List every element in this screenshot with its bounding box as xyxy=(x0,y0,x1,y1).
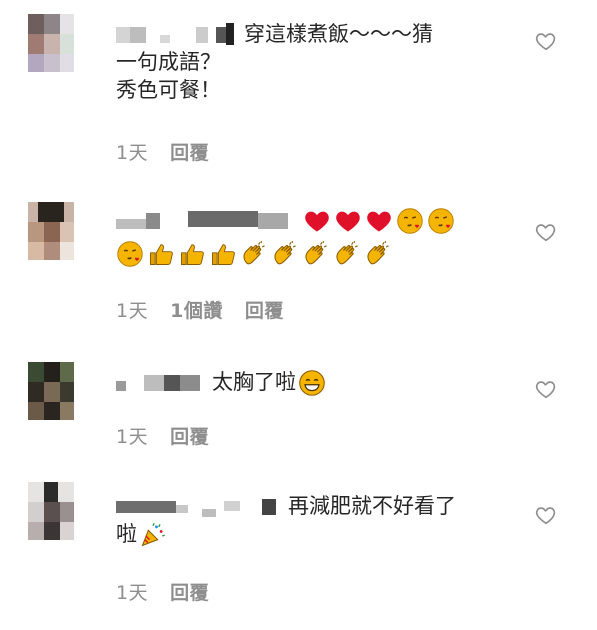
reply-button[interactable]: 回覆 xyxy=(170,578,209,605)
face-blowing-kiss-icon xyxy=(116,240,144,268)
red-heart-icon xyxy=(303,207,331,235)
like-heart-icon[interactable] xyxy=(535,221,557,243)
comment-time[interactable]: 1天 xyxy=(116,578,148,605)
comment-line-2: 啦 xyxy=(116,522,137,546)
like-heart-icon[interactable] xyxy=(535,30,557,52)
comment-line-1: 穿這樣煮飯～～～猜 xyxy=(244,22,433,46)
comment-line-2: 一句成語？ xyxy=(116,50,221,74)
comment-text: 穿這樣煮飯～～～猜 一句成語？ 秀色可餐！ xyxy=(116,20,527,104)
comment-time[interactable]: 1天 xyxy=(116,422,148,449)
grinning-face-icon xyxy=(298,369,326,397)
party-popper-icon xyxy=(139,521,167,549)
reply-button[interactable]: 回覆 xyxy=(245,296,284,323)
reply-button[interactable]: 回覆 xyxy=(170,138,209,165)
like-count[interactable]: 1個讚 xyxy=(170,296,223,323)
username[interactable] xyxy=(116,497,282,517)
reply-button[interactable]: 回覆 xyxy=(170,422,209,449)
emoji-row-2 xyxy=(116,239,527,268)
username[interactable] xyxy=(116,23,238,45)
comment-time[interactable]: 1天 xyxy=(116,296,148,323)
clapping-hands-icon xyxy=(240,240,268,268)
thumbs-up-icon xyxy=(147,240,175,268)
clapping-hands-icon xyxy=(302,240,330,268)
comment-time[interactable]: 1天 xyxy=(116,138,148,165)
red-heart-icon xyxy=(365,207,393,235)
clapping-hands-icon xyxy=(333,240,361,268)
like-heart-icon[interactable] xyxy=(535,504,557,526)
red-heart-icon xyxy=(334,207,362,235)
avatar[interactable] xyxy=(28,202,74,260)
avatar[interactable] xyxy=(28,14,74,72)
emoji-row-1 xyxy=(296,207,458,235)
avatar[interactable] xyxy=(28,362,74,420)
username[interactable] xyxy=(116,373,206,393)
comment-line-1: 再減肥就不好看了 xyxy=(288,494,456,518)
comment-line-3: 秀色可餐！ xyxy=(116,78,221,102)
comment-text xyxy=(116,206,527,268)
comment-text-main: 太胸了啦 xyxy=(212,370,296,394)
face-blowing-kiss-icon xyxy=(427,207,455,235)
thumbs-up-icon xyxy=(209,240,237,268)
username[interactable] xyxy=(116,211,290,231)
face-blowing-kiss-icon xyxy=(396,207,424,235)
clapping-hands-icon xyxy=(271,240,299,268)
like-heart-icon[interactable] xyxy=(535,378,557,400)
comment-text: 太胸了啦 xyxy=(116,368,527,397)
comment-text: 再減肥就不好看了 啦 xyxy=(116,492,527,549)
thumbs-up-icon xyxy=(178,240,206,268)
clapping-hands-icon xyxy=(364,240,392,268)
avatar[interactable] xyxy=(28,482,74,540)
